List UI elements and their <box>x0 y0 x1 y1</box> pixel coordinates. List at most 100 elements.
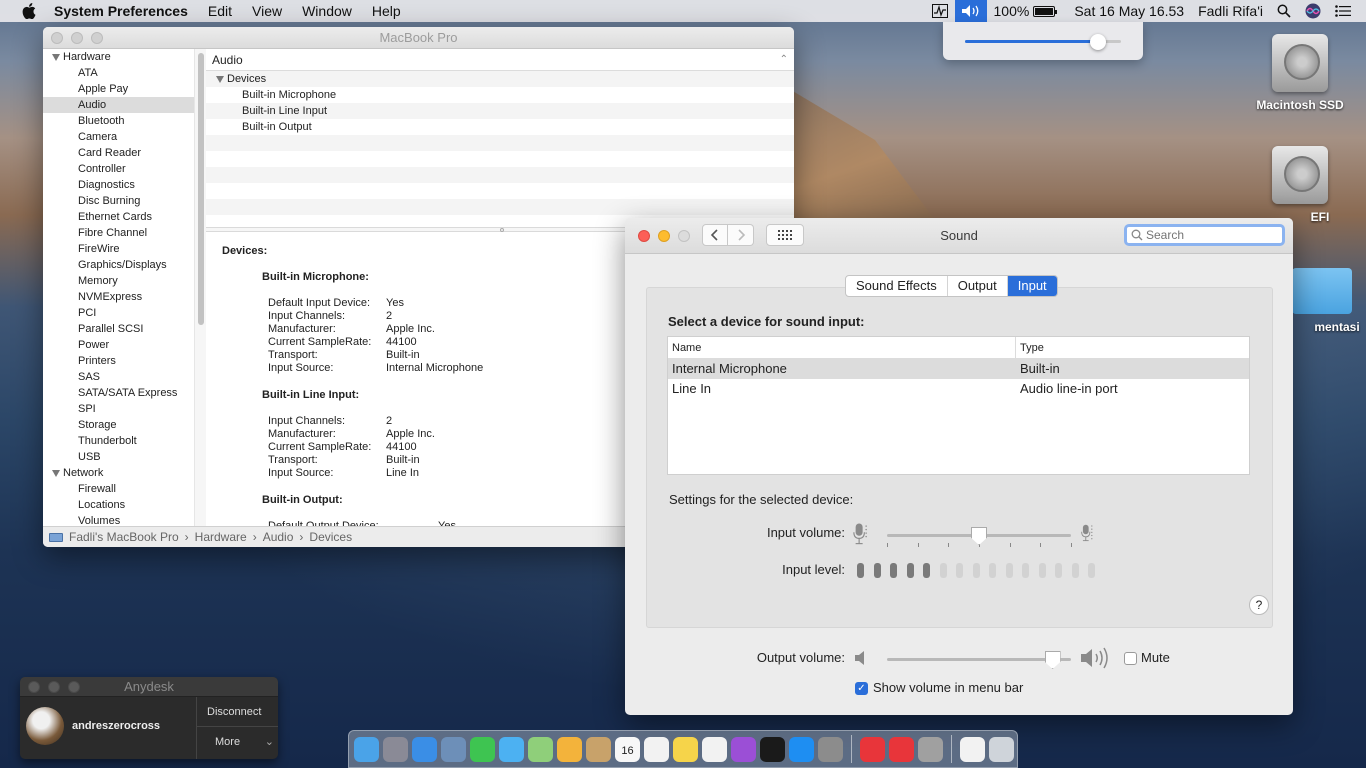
calendar-icon[interactable]: 16 <box>615 736 640 762</box>
maps-icon[interactable] <box>528 736 553 762</box>
zoom-button[interactable] <box>68 680 80 693</box>
sidebar-item[interactable]: Audio <box>43 97 205 113</box>
sidebar-item[interactable]: Card Reader <box>43 145 205 161</box>
breadcrumb-item[interactable]: Fadli's MacBook Pro <box>69 530 179 544</box>
more-button[interactable]: More ⌄ <box>197 727 278 757</box>
sidebar-item[interactable]: Power <box>43 337 205 353</box>
volume-slider-knob[interactable] <box>1089 34 1106 50</box>
sidebar-item[interactable]: Camera <box>43 129 205 145</box>
sidebar-group[interactable]: Network <box>43 465 205 481</box>
sidebar-item[interactable]: Disc Burning <box>43 193 205 209</box>
contacts-icon[interactable] <box>586 736 611 762</box>
sidebar-item[interactable]: Fibre Channel <box>43 225 205 241</box>
app-store-icon[interactable] <box>789 736 814 762</box>
notification-center-icon[interactable] <box>1328 0 1358 22</box>
list-item[interactable]: Built-in Microphone <box>206 87 794 103</box>
minimize-button[interactable] <box>48 680 60 693</box>
sidebar-item[interactable]: Ethernet Cards <box>43 209 205 225</box>
sidebar-item[interactable]: Volumes <box>43 513 205 526</box>
window-menu[interactable]: Window <box>292 3 362 19</box>
document-icon[interactable] <box>960 736 985 762</box>
sidebar-item[interactable]: PCI <box>43 305 205 321</box>
tab-output[interactable]: Output <box>948 276 1008 296</box>
sidebar-scrollbar[interactable] <box>194 49 206 526</box>
breadcrumb-item[interactable]: Devices <box>309 530 352 544</box>
scrollbar-thumb[interactable] <box>198 53 204 325</box>
disconnect-button[interactable]: Disconnect <box>197 697 278 727</box>
show-all-button[interactable] <box>766 224 804 246</box>
zoom-button[interactable] <box>678 229 690 242</box>
system-preferences-icon[interactable] <box>818 736 843 762</box>
close-button[interactable] <box>638 229 650 242</box>
finder-icon[interactable] <box>354 736 379 762</box>
sidebar-item[interactable]: Diagnostics <box>43 177 205 193</box>
output-volume-knob[interactable] <box>1044 651 1061 669</box>
notes-icon[interactable] <box>673 736 698 762</box>
minimize-button[interactable] <box>658 229 670 242</box>
view-menu[interactable]: View <box>242 3 292 19</box>
app-menu[interactable]: System Preferences <box>54 3 198 19</box>
forward-button[interactable] <box>728 224 754 246</box>
list-group-devices[interactable]: Devices <box>206 71 794 87</box>
launchpad-icon[interactable] <box>383 736 408 762</box>
show-volume-checkbox[interactable]: ✓ <box>855 682 868 695</box>
sidebar-item[interactable]: FireWire <box>43 241 205 257</box>
sidebar-item[interactable]: Printers <box>43 353 205 369</box>
edit-menu[interactable]: Edit <box>198 3 242 19</box>
list-item[interactable]: Built-in Output <box>206 119 794 135</box>
sidebar-item[interactable]: Controller <box>43 161 205 177</box>
photos-icon[interactable] <box>557 736 582 762</box>
siri-icon[interactable] <box>1298 0 1328 22</box>
output-volume-slider[interactable] <box>887 658 1071 661</box>
disclosure-triangle-icon[interactable] <box>216 75 224 83</box>
help-button[interactable]: ? <box>1249 595 1269 615</box>
splitter-handle-icon[interactable] <box>500 228 504 232</box>
disclosure-triangle-icon[interactable] <box>52 469 60 477</box>
sidebar-item[interactable]: Parallel SCSI <box>43 321 205 337</box>
window-titlebar[interactable]: Anydesk <box>20 677 278 697</box>
sidebar-item[interactable]: USB <box>43 449 205 465</box>
spotlight-search-icon[interactable] <box>1270 0 1298 22</box>
mute-label[interactable]: Mute <box>1141 650 1170 665</box>
reminders-icon[interactable] <box>644 736 669 762</box>
clock[interactable]: Sat 16 May 16.53 <box>1062 0 1191 22</box>
sidebar-group[interactable]: Hardware <box>43 49 205 65</box>
sidebar-item[interactable]: Storage <box>43 417 205 433</box>
close-button[interactable] <box>51 31 63 44</box>
sidebar-item[interactable]: NVMExpress <box>43 289 205 305</box>
help-menu[interactable]: Help <box>362 3 411 19</box>
sidebar-item[interactable]: SATA/SATA Express <box>43 385 205 401</box>
window-titlebar[interactable]: Sound <box>625 218 1293 254</box>
column-header-name[interactable]: Name <box>668 337 1016 358</box>
sidebar-item[interactable]: Graphics/Displays <box>43 257 205 273</box>
battery-status[interactable]: 100% <box>987 0 1063 22</box>
sidebar-item[interactable]: SAS <box>43 369 205 385</box>
desktop-icon-efi[interactable]: EFI <box>1245 146 1355 224</box>
sidebar-item[interactable]: SPI <box>43 401 205 417</box>
column-header-type[interactable]: Type <box>1016 337 1044 358</box>
search-field[interactable] <box>1124 224 1285 246</box>
breadcrumb-item[interactable]: Hardware <box>195 530 247 544</box>
table-row[interactable]: Internal Microphone Built-in <box>668 359 1249 379</box>
tab-input[interactable]: Input <box>1007 276 1057 296</box>
desktop-icon-macintosh-ssd[interactable]: Macintosh SSD <box>1245 34 1355 112</box>
music-icon[interactable] <box>702 736 727 762</box>
volume-menu-icon[interactable] <box>954 0 987 22</box>
search-input[interactable] <box>1146 228 1266 242</box>
sidebar-item[interactable]: Thunderbolt <box>43 433 205 449</box>
apple-menu-icon[interactable] <box>20 3 38 19</box>
facetime-icon[interactable] <box>470 736 495 762</box>
sidebar-item[interactable]: ATA <box>43 65 205 81</box>
sidebar-item[interactable]: Bluetooth <box>43 113 205 129</box>
sidebar-item[interactable]: Memory <box>43 273 205 289</box>
sort-chevron-icon[interactable]: ⌃ <box>780 49 788 71</box>
window-titlebar[interactable]: MacBook Pro <box>43 27 794 49</box>
breadcrumb-item[interactable]: Audio <box>263 530 294 544</box>
sidebar-item[interactable]: Firewall <box>43 481 205 497</box>
list-item[interactable]: Built-in Line Input <box>206 103 794 119</box>
messages-icon[interactable] <box>499 736 524 762</box>
safari-icon[interactable] <box>412 736 437 762</box>
zoom-button[interactable] <box>91 31 103 44</box>
user-menu[interactable]: Fadli Rifa'i <box>1191 0 1270 22</box>
anydesk-icon[interactable] <box>860 736 885 762</box>
